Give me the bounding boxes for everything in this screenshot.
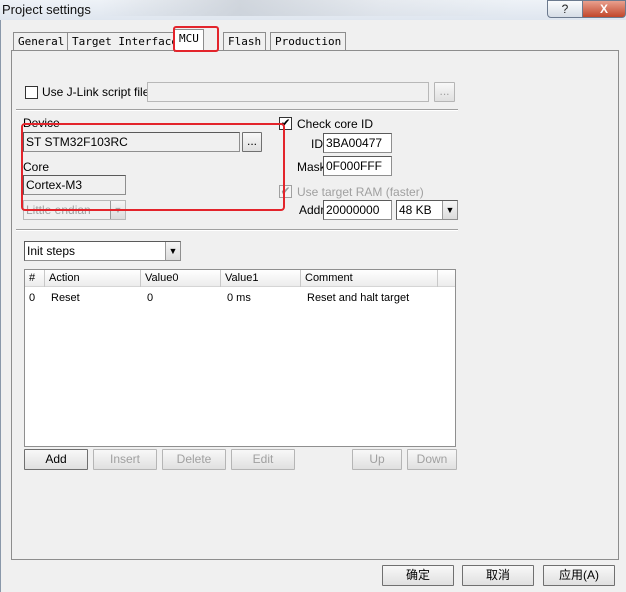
mcu-tab-highlight [173, 26, 219, 52]
ram-addr-field[interactable]: 20000000 [323, 200, 392, 220]
use-target-ram-label: Use target RAM (faster) [297, 185, 424, 199]
col-header-action[interactable]: Action [45, 270, 141, 287]
mcu-panel: Use J-Link script file ... Device ST STM… [11, 50, 619, 560]
col-header-num[interactable]: # [25, 270, 45, 287]
check-core-id-label: Check core ID [297, 117, 374, 131]
steps-select[interactable]: Init steps ▼ [24, 241, 181, 261]
mask-field[interactable]: 0F000FFF [323, 156, 392, 176]
row-value0: 0 [147, 292, 154, 304]
help-button[interactable]: ? [547, 0, 583, 18]
steps-select-value: Init steps [27, 244, 76, 258]
delete-step-button[interactable]: Delete [162, 449, 226, 470]
title-bar: Project settings ? X [0, 0, 626, 20]
project-settings-dialog: General Target Interface MCU Flash Produ… [0, 20, 626, 592]
tab-general[interactable]: General [13, 32, 70, 51]
addr-label: Addr [299, 203, 325, 217]
separator [16, 229, 458, 231]
ram-size-value: 48 KB [399, 203, 432, 217]
move-up-button[interactable]: Up [352, 449, 402, 470]
use-script-label: Use J-Link script file [42, 85, 150, 99]
chevron-down-icon: ▼ [442, 201, 457, 219]
device-core-highlight [21, 123, 285, 211]
script-browse-button[interactable]: ... [434, 82, 455, 102]
col-header-comment[interactable]: Comment [301, 270, 438, 287]
core-id-field[interactable]: 3BA00477 [323, 133, 392, 153]
mask-label: Mask [297, 160, 326, 174]
tab-flash[interactable]: Flash [223, 32, 267, 51]
steps-table-header: # Action Value0 Value1 Comment [25, 270, 455, 287]
edit-step-button[interactable]: Edit [231, 449, 295, 470]
insert-step-button[interactable]: Insert [93, 449, 157, 470]
cancel-button[interactable]: 取消 [462, 565, 534, 586]
ram-size-select[interactable]: 48 KB ▼ [396, 200, 458, 220]
tab-target-interface[interactable]: Target Interface [67, 32, 183, 51]
col-header-value0[interactable]: Value0 [141, 270, 221, 287]
ok-button[interactable]: 确定 [382, 565, 454, 586]
move-down-button[interactable]: Down [407, 449, 457, 470]
row-value1: 0 ms [227, 292, 251, 304]
id-label: ID [311, 137, 323, 151]
title-bar-blur [100, 0, 520, 16]
close-button[interactable]: X [582, 0, 626, 18]
use-script-checkbox[interactable] [25, 86, 38, 99]
row-comment: Reset and halt target [307, 292, 410, 304]
row-num: 0 [29, 292, 36, 304]
script-path-input[interactable] [147, 82, 429, 102]
separator [16, 109, 458, 111]
add-step-button[interactable]: Add [24, 449, 88, 470]
chevron-down-icon: ▼ [165, 242, 180, 260]
window-title: Project settings [2, 2, 91, 17]
steps-table[interactable]: # Action Value0 Value1 Comment 0 Reset 0… [24, 269, 456, 447]
apply-button[interactable]: 应用(A) [543, 565, 615, 586]
col-header-value1[interactable]: Value1 [221, 270, 301, 287]
row-action: Reset [51, 292, 80, 304]
tab-production[interactable]: Production [270, 32, 347, 51]
tab-strip: General Target Interface MCU Flash Produ… [1, 20, 626, 52]
